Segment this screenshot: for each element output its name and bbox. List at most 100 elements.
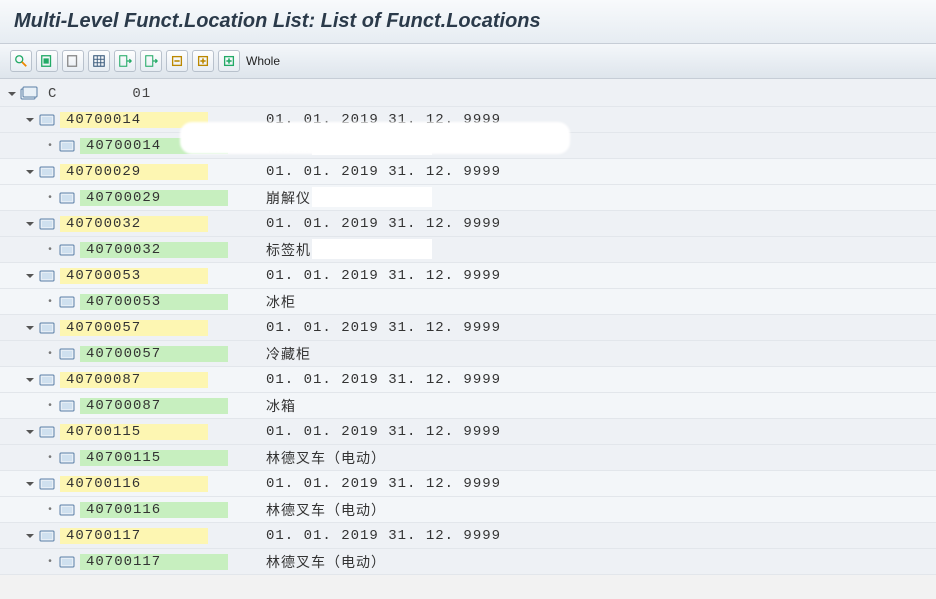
expander-icon[interactable] bbox=[24, 270, 36, 282]
page-title: Multi-Level Funct.Location List: List of… bbox=[14, 10, 922, 33]
floc-icon bbox=[58, 398, 76, 414]
floc-icon bbox=[58, 138, 76, 154]
tree-row[interactable]: • 40700057 冷藏柜 bbox=[0, 341, 936, 367]
floc-icon bbox=[58, 450, 76, 466]
details-icon[interactable] bbox=[10, 50, 32, 72]
tree-node-code: 40700029 bbox=[80, 190, 228, 206]
floc-icon bbox=[38, 268, 56, 284]
leaf-bullet-icon: • bbox=[44, 556, 56, 568]
tree-row[interactable]: • 40700032 标签机 bbox=[0, 237, 936, 263]
leaf-bullet-icon: • bbox=[44, 400, 56, 412]
tree-node-code: 40700057 bbox=[80, 346, 228, 362]
tree-row[interactable]: 40700029 01. 01. 2019 31. 12. 9999 bbox=[0, 159, 936, 185]
select-block-icon[interactable] bbox=[36, 50, 58, 72]
tree-row[interactable]: • 40700117 林德叉车（电动） bbox=[0, 549, 936, 575]
expand-all-icon[interactable] bbox=[218, 50, 240, 72]
tree-node-code: 40700116 bbox=[80, 502, 228, 518]
tree-node-desc: 林德叉车（电动） bbox=[254, 500, 386, 520]
tree-node-code: 40700115 bbox=[80, 450, 228, 466]
expander-icon[interactable] bbox=[24, 530, 36, 542]
export-icon[interactable] bbox=[114, 50, 136, 72]
leaf-bullet-icon: • bbox=[44, 504, 56, 516]
tree-node-desc: 冷藏柜 bbox=[254, 344, 311, 364]
tree-node-code: 40700032 bbox=[80, 242, 228, 258]
leaf-bullet-icon: • bbox=[44, 348, 56, 360]
tree-node-desc: 林德叉车（电动） bbox=[254, 448, 386, 468]
tree-node-desc: 01. 01. 2019 31. 12. 9999 bbox=[254, 216, 501, 232]
floc-root-icon bbox=[20, 86, 38, 102]
tree-row[interactable]: • 40700087 冰箱 bbox=[0, 393, 936, 419]
expander-icon[interactable] bbox=[6, 88, 18, 100]
floc-icon bbox=[38, 528, 56, 544]
tree-node-desc: 01. 01. 2019 31. 12. 9999 bbox=[254, 164, 501, 180]
expander-icon[interactable] bbox=[24, 322, 36, 334]
tree-row[interactable]: 40700087 01. 01. 2019 31. 12. 9999 bbox=[0, 367, 936, 393]
leaf-bullet-icon: • bbox=[44, 140, 56, 152]
columns-icon[interactable] bbox=[88, 50, 110, 72]
tree-row[interactable]: 40700057 01. 01. 2019 31. 12. 9999 bbox=[0, 315, 936, 341]
tree-node-code: 40700087 bbox=[60, 372, 208, 388]
leaf-bullet-icon: • bbox=[44, 192, 56, 204]
expander-icon[interactable] bbox=[24, 114, 36, 126]
tree-node-desc: 冰柜 bbox=[254, 292, 296, 312]
titlebar: Multi-Level Funct.Location List: List of… bbox=[0, 0, 936, 44]
tree-node-desc: 01. 01. 2019 31. 12. 9999 bbox=[254, 476, 501, 492]
expander-icon[interactable] bbox=[24, 374, 36, 386]
floc-icon bbox=[38, 320, 56, 336]
floc-icon bbox=[38, 216, 56, 232]
expander-icon[interactable] bbox=[24, 166, 36, 178]
floc-icon bbox=[38, 476, 56, 492]
tree-node-code: 40700053 bbox=[60, 268, 208, 284]
floc-icon bbox=[58, 554, 76, 570]
leaf-bullet-icon: • bbox=[44, 296, 56, 308]
deselect-icon[interactable] bbox=[62, 50, 84, 72]
floc-icon bbox=[58, 242, 76, 258]
floc-icon bbox=[58, 190, 76, 206]
tree-node-code: 40700053 bbox=[80, 294, 228, 310]
tree-row[interactable]: 40700053 01. 01. 2019 31. 12. 9999 bbox=[0, 263, 936, 289]
floc-icon bbox=[58, 294, 76, 310]
collapse-level-icon[interactable] bbox=[166, 50, 188, 72]
floc-icon bbox=[38, 112, 56, 128]
tree-node-code: 40700087 bbox=[80, 398, 228, 414]
tree-node-code: C 01 bbox=[42, 86, 190, 102]
tree-row[interactable]: • 40700029 崩解仪 bbox=[0, 185, 936, 211]
floc-icon bbox=[58, 502, 76, 518]
tree-node-desc: 林德叉车（电动） bbox=[254, 552, 386, 572]
expand-level-icon[interactable] bbox=[192, 50, 214, 72]
tree-row[interactable]: 40700116 01. 01. 2019 31. 12. 9999 bbox=[0, 471, 936, 497]
tree-node-desc: 冰箱 bbox=[254, 396, 296, 416]
leaf-bullet-icon: • bbox=[44, 452, 56, 464]
floc-icon bbox=[38, 424, 56, 440]
tree-node-code: 40700116 bbox=[60, 476, 208, 492]
tree-node-desc: 01. 01. 2019 31. 12. 9999 bbox=[254, 528, 501, 544]
tree-row[interactable]: 40700115 01. 01. 2019 31. 12. 9999 bbox=[0, 419, 936, 445]
export2-icon[interactable] bbox=[140, 50, 162, 72]
tree-node-code: 40700117 bbox=[80, 554, 228, 570]
tree-row[interactable]: • 40700116 林德叉车（电动） bbox=[0, 497, 936, 523]
leaf-bullet-icon: • bbox=[44, 244, 56, 256]
tree-node-code: 40700117 bbox=[60, 528, 208, 544]
tree-row[interactable]: 40700032 01. 01. 2019 31. 12. 9999 bbox=[0, 211, 936, 237]
tree-row[interactable]: • 40700053 冰柜 bbox=[0, 289, 936, 315]
tree-node-code: 40700029 bbox=[60, 164, 208, 180]
tree-node-desc: 标签机 bbox=[254, 240, 311, 260]
whole-label[interactable]: Whole bbox=[246, 54, 280, 68]
toolbar: Whole bbox=[0, 44, 936, 79]
tree-node-code: 40700032 bbox=[60, 216, 208, 232]
expander-icon[interactable] bbox=[24, 218, 36, 230]
tree-node-code: 40700057 bbox=[60, 320, 208, 336]
tree-row[interactable]: • 40700115 林德叉车（电动） bbox=[0, 445, 936, 471]
expander-icon[interactable] bbox=[24, 426, 36, 438]
tree-root-row[interactable]: C 01 bbox=[0, 81, 936, 107]
tree-node-desc: 01. 01. 2019 31. 12. 9999 bbox=[254, 424, 501, 440]
expander-icon[interactable] bbox=[24, 478, 36, 490]
tree-node-code: 40700115 bbox=[60, 424, 208, 440]
tree-node-desc: 01. 01. 2019 31. 12. 9999 bbox=[254, 320, 501, 336]
floc-icon bbox=[38, 164, 56, 180]
floc-icon bbox=[38, 372, 56, 388]
tree-node-desc: 崩解仪 bbox=[254, 188, 311, 208]
tree-row[interactable]: 40700117 01. 01. 2019 31. 12. 9999 bbox=[0, 523, 936, 549]
tree-node-desc: 01. 01. 2019 31. 12. 9999 bbox=[254, 268, 501, 284]
tree-node-desc: 01. 01. 2019 31. 12. 9999 bbox=[254, 372, 501, 388]
